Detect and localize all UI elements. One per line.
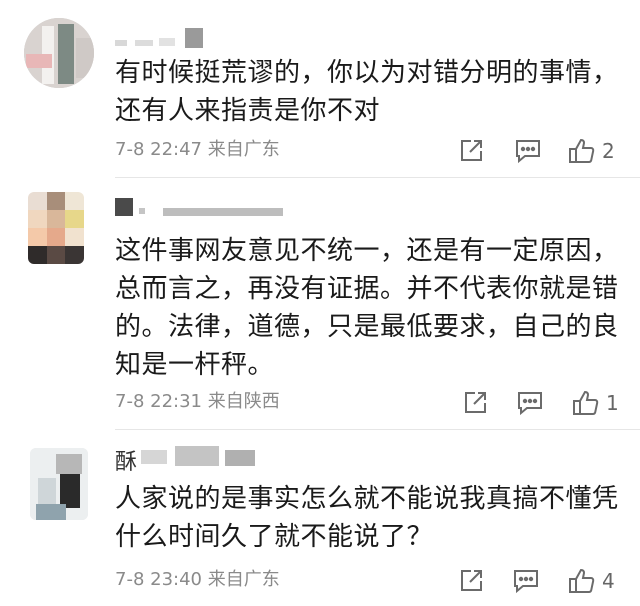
username-redacted[interactable] (115, 190, 305, 216)
like-button[interactable]: 2 (568, 136, 615, 166)
thumbs-up-icon (568, 138, 596, 164)
like-button[interactable]: 4 (568, 566, 615, 596)
comment-location: 来自陕西 (207, 391, 280, 412)
reply-button[interactable] (516, 388, 544, 418)
avatar[interactable] (28, 192, 84, 264)
comment-item: 这件事网友意见不统一，还是有一定原因，总而言之，再没有证据。并不代表你就是错的。… (0, 178, 640, 430)
comment-meta: 7-8 22:47 来自广东 (115, 138, 280, 162)
share-icon (462, 390, 488, 416)
comment-text: 有时候挺荒谬的，你以为对错分明的事情，还有人来指责是你不对 (115, 58, 619, 126)
comment-time: 7-8 22:47 (115, 139, 202, 160)
share-button[interactable] (458, 566, 484, 596)
avatar[interactable] (24, 18, 94, 88)
like-count: 2 (602, 139, 615, 163)
comment-time: 7-8 23:40 (115, 569, 202, 590)
like-button[interactable]: 1 (572, 388, 619, 418)
like-count: 4 (602, 569, 615, 593)
reply-button[interactable] (514, 136, 542, 166)
comment-text: 这件事网友意见不统一，还是有一定原因，总而言之，再没有证据。并不代表你就是错的。… (115, 236, 619, 380)
comment-meta: 7-8 22:31 来自陕西 (115, 390, 280, 414)
comment-time: 7-8 22:31 (115, 391, 202, 412)
comment-icon (514, 138, 542, 164)
comment-item: 酥 人家说的是事实怎么就不能说我真搞不懂凭什么时间久了就不能说了？ 7-8 23… (0, 430, 640, 606)
comment-location: 来自广东 (207, 139, 280, 160)
comment-item: 有时候挺荒谬的，你以为对错分明的事情，还有人来指责是你不对 7-8 22:47 … (0, 0, 640, 178)
share-button[interactable] (462, 388, 488, 418)
like-count: 1 (606, 391, 619, 415)
comment-location: 来自广东 (207, 569, 280, 590)
share-icon (458, 138, 484, 164)
thumbs-up-icon (568, 568, 596, 594)
reply-button[interactable] (512, 566, 540, 596)
comment-meta: 7-8 23:40 来自广东 (115, 568, 280, 592)
comment-icon (512, 568, 540, 594)
comment-text: 人家说的是事实怎么就不能说我真搞不懂凭什么时间久了就不能说了？ (115, 484, 619, 552)
username-redacted[interactable] (115, 28, 215, 54)
comment-icon (516, 390, 544, 416)
username[interactable]: 酥 (115, 444, 295, 475)
username-visible-char: 酥 (115, 450, 138, 475)
thumbs-up-icon (572, 390, 600, 416)
share-button[interactable] (458, 136, 484, 166)
avatar[interactable] (30, 448, 88, 520)
share-icon (458, 568, 484, 594)
